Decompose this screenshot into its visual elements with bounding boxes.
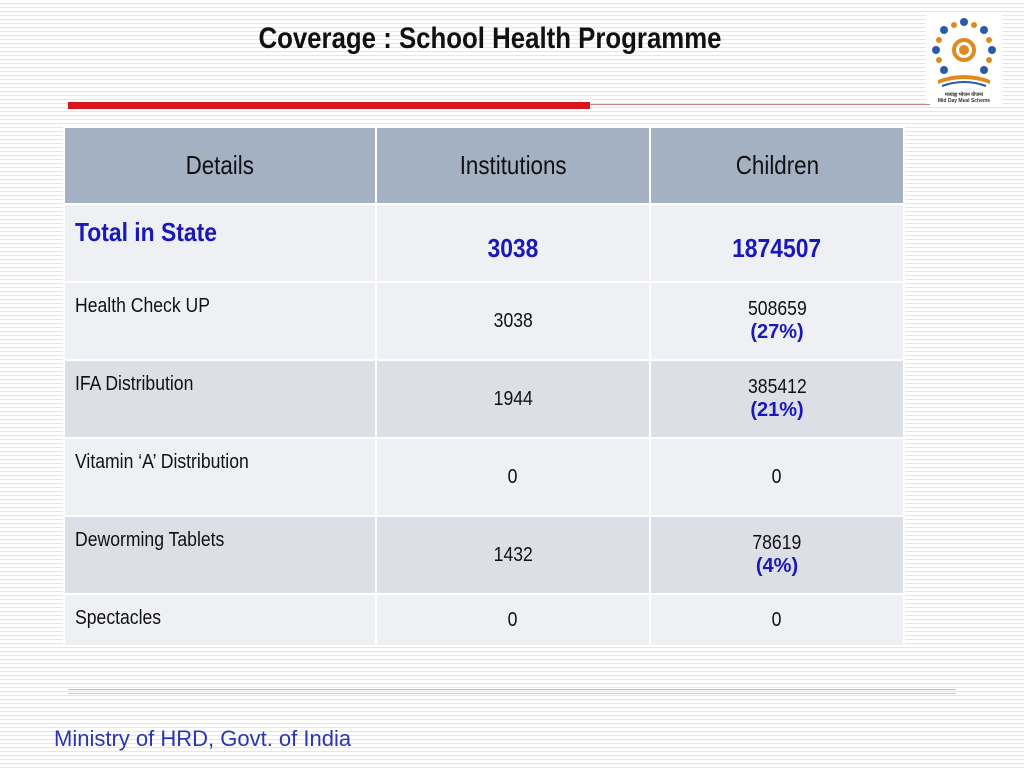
title-underline-line — [590, 104, 930, 105]
header-institutions: Institutions — [375, 126, 651, 205]
row-children: 508659 — [747, 298, 807, 320]
row-percent: (27%) — [750, 321, 804, 343]
row-institutions: 0 — [508, 465, 518, 488]
row-label: Health Check UP — [75, 295, 210, 317]
page-title: Coverage : School Health Programme — [258, 22, 722, 55]
row-label: Deworming Tablets — [75, 529, 225, 551]
total-institutions: 3038 — [487, 232, 539, 263]
table-row: Deworming Tablets 1432 78619 (4%) — [63, 515, 905, 595]
logo-caption-english: Mid Day Meal Scheme — [937, 98, 991, 104]
row-institutions: 1432 — [493, 543, 533, 566]
table-row: Health Check UP 3038 508659 (27%) — [63, 281, 905, 361]
row-label: IFA Distribution — [75, 373, 194, 395]
footer-divider — [68, 689, 956, 690]
row-percent: (4%) — [755, 555, 799, 577]
mid-day-meal-logo: मध्याह्न भोजन योजना Mid Day Meal Scheme — [926, 14, 1002, 106]
row-institutions: 1944 — [493, 387, 533, 410]
table-row: Spectacles 0 0 — [63, 593, 905, 647]
footer-divider — [68, 693, 956, 694]
row-children: 385412 — [747, 376, 807, 398]
row-children: 78619 — [752, 532, 802, 554]
total-children: 1874507 — [732, 232, 822, 263]
coverage-table: Details Institutions Children Total in S… — [63, 126, 905, 647]
people-circle-icon — [932, 18, 996, 87]
table-row: IFA Distribution 1944 385412 (21%) — [63, 359, 905, 439]
row-percent: (21%) — [750, 399, 804, 421]
row-label: Vitamin ‘A’ Distribution — [75, 451, 249, 473]
total-label: Total in State — [75, 217, 217, 247]
row-institutions: 3038 — [493, 309, 533, 332]
header-children: Children — [649, 126, 905, 205]
table-row-total: Total in State 3038 1874507 — [63, 203, 905, 283]
row-children: 0 — [772, 465, 782, 488]
row-label: Spectacles — [75, 607, 162, 629]
title-underline-bar — [68, 102, 590, 109]
row-institutions: 0 — [508, 608, 518, 631]
header-details: Details — [63, 126, 377, 205]
row-children: 0 — [772, 608, 782, 631]
footer-text: Ministry of HRD, Govt. of India — [54, 726, 352, 751]
table-header-row: Details Institutions Children — [63, 126, 905, 205]
table-row: Vitamin ‘A’ Distribution 0 0 — [63, 437, 905, 517]
